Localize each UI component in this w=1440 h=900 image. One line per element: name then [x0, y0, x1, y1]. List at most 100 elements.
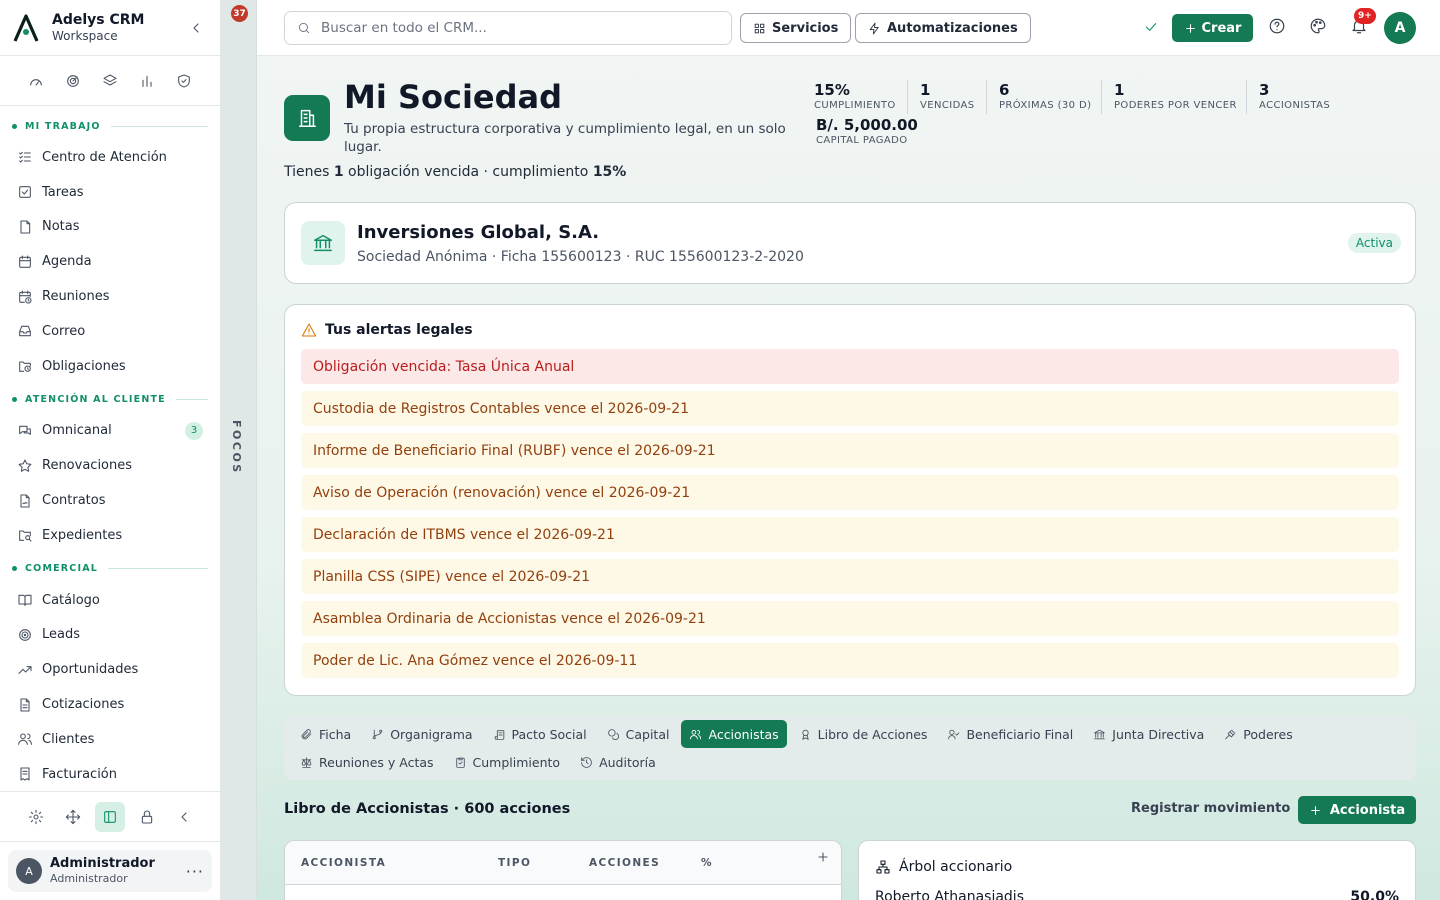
palette-icon[interactable] [1309, 17, 1327, 35]
omnicanal-badge: 3 [185, 421, 203, 440]
sidebar-item-agenda[interactable]: Agenda [0, 244, 220, 279]
shield-check-icon[interactable] [175, 72, 193, 90]
chevron-left-icon[interactable] [184, 16, 208, 40]
move-icon[interactable] [58, 802, 88, 832]
alert-item[interactable]: Declaración de ITBMS vence el 2026-09-21 [301, 517, 1399, 552]
focos-count-badge: 37 [231, 5, 248, 22]
help-circle-icon[interactable] [1268, 17, 1286, 35]
star-icon [18, 459, 32, 472]
settings-gear-icon[interactable] [21, 802, 51, 832]
tab-auditoria[interactable]: Auditoría [572, 748, 664, 776]
sidebar-item-renovaciones[interactable]: Renovaciones [0, 448, 220, 483]
tab-libro-acciones[interactable]: Libro de Acciones [791, 720, 936, 748]
tab-accionistas[interactable]: Accionistas [681, 720, 787, 748]
bar-chart-icon[interactable] [138, 72, 156, 90]
sidebar-item-leads[interactable]: Leads [0, 618, 220, 653]
sidebar-item-centro-atencion[interactable]: Centro de Atención [0, 140, 220, 175]
col-accionista[interactable]: ACCIONISTA [301, 857, 498, 869]
profile-avatar[interactable]: A [1384, 12, 1416, 44]
add-column-plus-icon[interactable] [815, 849, 831, 865]
col-percent[interactable]: % [701, 857, 713, 869]
alert-item[interactable]: Obligación vencida: Tasa Única Anual [301, 349, 1399, 384]
shareholder-percent: 50.0% [1350, 889, 1399, 900]
global-search[interactable] [284, 11, 732, 45]
calendar-icon [19, 255, 31, 268]
alert-item[interactable]: Informe de Beneficiario Final (RUBF) ven… [301, 433, 1399, 468]
sidebar-item-cotizaciones[interactable]: Cotizaciones [0, 687, 220, 722]
sidebar-item-correo[interactable]: Correo [0, 314, 220, 349]
legal-alerts-card: Tus alertas legales Obligación vencida: … [284, 304, 1416, 696]
more-dots-icon[interactable]: ··· [186, 862, 204, 881]
tab-junta-directiva[interactable]: Junta Directiva [1085, 720, 1212, 748]
award-icon [802, 729, 809, 740]
tab-poderes[interactable]: Poderes [1216, 720, 1300, 748]
sidebar-item-expedientes[interactable]: Expedientes [0, 518, 220, 553]
user-menu[interactable]: A Administrador Administrador ··· [8, 850, 212, 892]
sidebar: Adelys CRM Workspace MI TRABAJO Centro d… [0, 0, 221, 900]
tab-beneficiario-final[interactable]: Beneficiario Final [939, 720, 1081, 748]
alert-item[interactable]: Aviso de Operación (renovación) vence el… [301, 475, 1399, 510]
scroll-icon [494, 729, 504, 740]
panel-layout-icon[interactable] [94, 801, 125, 832]
alert-item[interactable]: Poder de Lic. Ana Gómez vence el 2026-09… [301, 643, 1399, 678]
automatizaciones-button[interactable]: Automatizaciones [855, 13, 1031, 43]
tab-organigrama[interactable]: Organigrama [363, 720, 480, 748]
sidebar-item-obligaciones[interactable]: Obligaciones [0, 349, 220, 384]
alert-item[interactable]: Planilla CSS (SIPE) vence el 2026-09-21 [301, 559, 1399, 594]
history-icon [581, 756, 592, 768]
list-check-icon [19, 152, 31, 163]
add-accionista-button[interactable]: Accionista [1298, 796, 1416, 824]
alert-item[interactable]: Asamblea Ordinaria de Accionistas vence … [301, 601, 1399, 636]
company-card[interactable]: Inversiones Global, S.A. Sociedad Anónim… [284, 202, 1416, 284]
table-header: ACCIONISTA TIPO ACCIONES % [285, 841, 841, 885]
file-text-icon [20, 698, 30, 712]
sidebar-item-contratos[interactable]: Contratos [0, 483, 220, 518]
libro-title: Libro de Accionistas · 600 acciones [284, 801, 571, 817]
stat-proximas: 6 PRÓXIMAS (30 D) [986, 80, 1091, 114]
section-atencion-cliente: ATENCIÓN AL CLIENTE [0, 386, 220, 414]
app-name: Adelys CRM [52, 11, 145, 28]
radar-icon[interactable] [64, 72, 82, 90]
col-tipo[interactable]: TIPO [498, 857, 589, 869]
alert-item[interactable]: Custodia de Registros Contables vence el… [301, 391, 1399, 426]
focos-rail[interactable]: 37 FOCOS [221, 0, 257, 900]
servicios-button[interactable]: Servicios [740, 13, 852, 43]
workspace-name: Workspace [52, 28, 118, 43]
tab-capital[interactable]: Capital [599, 720, 678, 748]
col-acciones[interactable]: ACCIONES [589, 857, 701, 869]
note-icon [20, 220, 31, 234]
sidebar-item-clientes[interactable]: Clientes [0, 722, 220, 757]
sidebar-item-reuniones[interactable]: Reuniones [0, 279, 220, 314]
tab-cumplimiento[interactable]: Cumplimiento [446, 748, 569, 776]
registrar-movimiento-button[interactable]: Registrar movimiento [1131, 801, 1290, 816]
search-input[interactable] [321, 20, 719, 36]
adelys-logo-icon [12, 13, 40, 43]
lock-icon[interactable] [132, 802, 162, 832]
sidebar-item-omnicanal[interactable]: Omnicanal 3 [0, 414, 220, 449]
sidebar-item-facturacion[interactable]: Facturación [0, 757, 220, 792]
folder-search-icon [19, 530, 32, 542]
sidebar-item-notas[interactable]: Notas [0, 210, 220, 245]
sidebar-item-tareas[interactable]: Tareas [0, 175, 220, 210]
trending-up-icon [18, 665, 32, 674]
quick-actions [0, 56, 220, 106]
create-button[interactable]: Crear [1172, 14, 1253, 42]
bank-icon [301, 221, 345, 265]
gauge-icon[interactable] [27, 72, 45, 90]
book-open-icon [18, 594, 32, 607]
tree-row[interactable]: Roberto Athanasiadis 50.0% [875, 889, 1399, 900]
collapse-chevron-left-icon[interactable] [169, 802, 199, 832]
scale-icon [301, 756, 312, 768]
layers-icon[interactable] [101, 72, 119, 90]
user-role: Administrador [50, 872, 128, 885]
checkbox-icon [19, 186, 31, 199]
notifications-badge: 9+ [1354, 8, 1376, 24]
shareholder-name: Roberto Athanasiadis [875, 889, 1024, 900]
tab-ficha[interactable]: Ficha [292, 720, 359, 748]
tab-pacto-social[interactable]: Pacto Social [485, 720, 595, 748]
sidebar-item-catalogo[interactable]: Catálogo [0, 583, 220, 618]
sidebar-item-oportunidades[interactable]: Oportunidades [0, 652, 220, 687]
search-icon [298, 22, 310, 34]
warning-triangle-icon [301, 323, 317, 337]
tab-reuniones-actas[interactable]: Reuniones y Actas [292, 748, 442, 776]
